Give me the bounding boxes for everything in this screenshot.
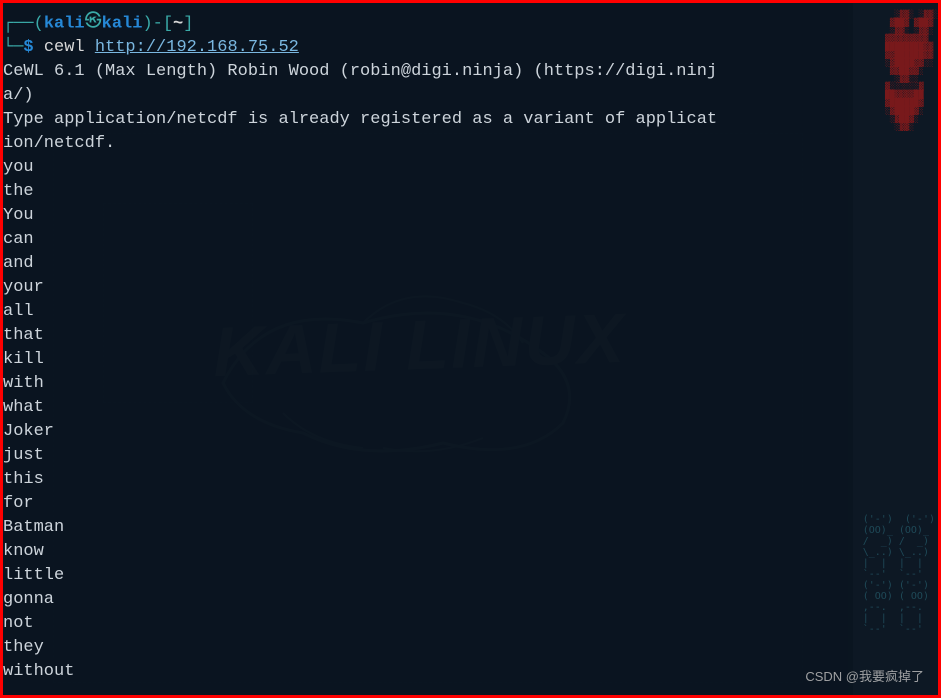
output-banner-1: CeWL 6.1 (Max Length) Robin Wood (robin@…: [3, 60, 853, 84]
prompt-symbol: $: [23, 38, 33, 57]
word-item: your: [3, 276, 853, 300]
prompt-path: ~: [173, 14, 183, 33]
watermark-handle: @我要疯掉了: [846, 669, 924, 684]
word-item: what: [3, 396, 853, 420]
word-item: they: [3, 636, 853, 660]
prompt-user: kali: [44, 14, 85, 33]
word-item: just: [3, 444, 853, 468]
word-item: with: [3, 372, 853, 396]
word-item: can: [3, 228, 853, 252]
word-item: Joker: [3, 420, 853, 444]
word-item: kill: [3, 348, 853, 372]
watermark: CSDN @我要疯掉了: [805, 665, 924, 689]
ascii-art-decoration-cyan: ('-') ('-') (OO)_ (OO)_ / _) / _) \_..) …: [863, 503, 935, 635]
prompt-dash: -: [153, 14, 163, 33]
word-item: You: [3, 204, 853, 228]
prompt-line-2[interactable]: └─$ cewl http://192.168.75.52: [3, 36, 853, 60]
prompt-close-bracket: ]: [183, 14, 193, 33]
output-banner-2: a/): [3, 84, 853, 108]
word-item: this: [3, 468, 853, 492]
ascii-art-decoration-red: ░▓▓░ ░▓▓░ ▓██▓ ▓██▓ ░▓▓░ ░▓▓░ ▓▓▓▓▓▓▓▓▓ …: [885, 3, 938, 131]
word-item: not: [3, 612, 853, 636]
command-text: cewl http://192.168.75.52: [34, 38, 299, 57]
word-item: the: [3, 180, 853, 204]
word-item: and: [3, 252, 853, 276]
prompt-elbow-icon: └─: [3, 38, 23, 57]
watermark-site: CSDN: [805, 669, 842, 684]
word-item: gonna: [3, 588, 853, 612]
prompt-line-1: ┌──(kali㉿kali)-[~]: [3, 11, 853, 36]
terminal-window[interactable]: ┌──(kali㉿kali)-[~] └─$ cewl http://192.1…: [3, 3, 853, 695]
prompt-close-paren: ): [142, 14, 152, 33]
output-notice-2: ion/netcdf.: [3, 132, 853, 156]
prompt-connector-icon: ┌──: [3, 14, 34, 33]
word-item: little: [3, 564, 853, 588]
word-item: for: [3, 492, 853, 516]
skull-icon: ㉿: [85, 11, 102, 35]
output-notice-1: Type application/netcdf is already regis…: [3, 108, 853, 132]
prompt-open-paren: (: [34, 14, 44, 33]
prompt-host: kali: [102, 14, 143, 33]
word-item: without: [3, 660, 853, 684]
prompt-open-bracket: [: [163, 14, 173, 33]
word-list: youtheYoucanandyourallthatkillwithwhatJo…: [3, 156, 853, 684]
word-item: Batman: [3, 516, 853, 540]
word-item: you: [3, 156, 853, 180]
word-item: that: [3, 324, 853, 348]
command-argument: http://192.168.75.52: [95, 38, 299, 57]
word-item: all: [3, 300, 853, 324]
word-item: know: [3, 540, 853, 564]
